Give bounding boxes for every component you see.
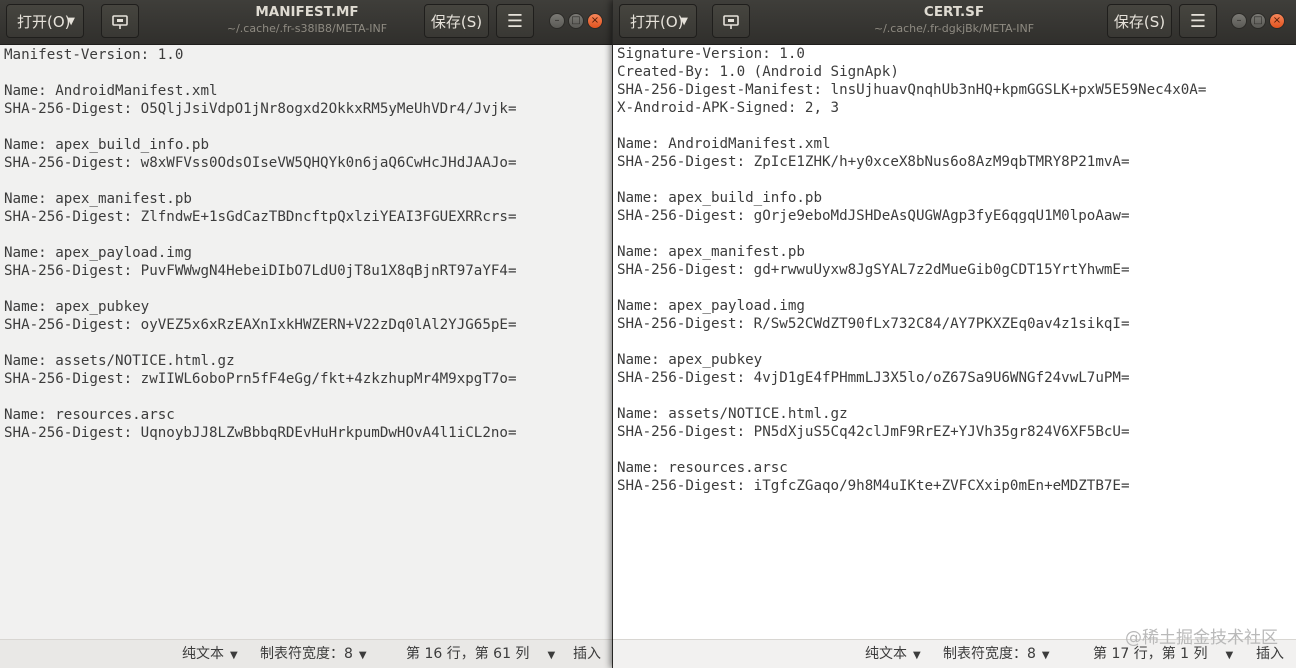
text-line: SHA-256-Digest: ZlfndwE+1sGdCazTBDncftpQ… <box>4 209 517 225</box>
tab-width-label: 制表符宽度：8 <box>260 646 353 662</box>
text-line <box>4 226 612 244</box>
text-line: SHA-256-Digest: 4vjD1gE4fPHmmLJ3X5lo/oZ6… <box>617 370 1130 386</box>
open-button-label: 打开(O) <box>17 13 71 31</box>
chevron-down-icon: ▼ <box>230 650 238 661</box>
text-line: Name: resources.arsc <box>4 407 175 423</box>
text-line: SHA-256-Digest: PuvFWWwgN4HebeiDIbO7LdU0… <box>4 263 517 279</box>
minimize-icon[interactable]: – <box>1231 13 1247 29</box>
text-line <box>617 333 1296 351</box>
close-icon[interactable]: × <box>587 13 603 29</box>
text-content: Manifest-Version: 1.0 Name: AndroidManife… <box>0 45 612 442</box>
chevron-down-icon: ▼ <box>358 650 367 661</box>
text-line: Created-By: 1.0 (Android SignApk) <box>617 64 899 80</box>
language-selector[interactable]: 纯文本 ▼ <box>182 640 238 668</box>
header-bar: 打开(O) ▼ MANIFEST.MF ~/.cache/.fr-s38lB8/… <box>0 0 612 45</box>
text-line: SHA-256-Digest: R/Sw52CWdZT90fLx732C84/A… <box>617 316 1130 332</box>
text-line: SHA-256-Digest: PN5dXjuS5Cq42clJmF9RrEZ+… <box>617 424 1130 440</box>
text-line <box>617 279 1296 297</box>
text-line: SHA-256-Digest: gd+rwwuUyxw8JgSYAL7z2dMu… <box>617 262 1130 278</box>
text-line: Name: assets/NOTICE.html.gz <box>617 406 848 422</box>
chevron-down-icon: ▼ <box>1041 650 1050 661</box>
chevron-down-icon: ▼ <box>67 16 75 27</box>
insert-mode-label: 插入 <box>573 646 601 662</box>
cursor-position-label: 第 17 行，第 1 列 <box>1093 646 1208 662</box>
tab-width-selector[interactable]: 制表符宽度：8 ▼ <box>943 640 1050 668</box>
language-label: 纯文本 <box>182 646 224 662</box>
text-line: Name: AndroidManifest.xml <box>617 136 831 152</box>
status-bar: 纯文本 ▼ 制表符宽度：8 ▼ 第 16 行，第 61 列 ▼ 插入 <box>0 639 612 668</box>
cursor-position-label: 第 16 行，第 61 列 <box>406 646 530 662</box>
text-line <box>4 64 612 82</box>
text-line: Name: apex_payload.img <box>617 298 805 314</box>
text-line <box>617 117 1296 135</box>
file-name: CERT.SF <box>923 4 985 20</box>
text-line: Name: resources.arsc <box>617 460 788 476</box>
file-path: ~/.cache/.fr-dgkjBk/META-INF <box>873 22 1035 35</box>
text-line: SHA-256-Digest: iTgfcZGaqo/9h8M4uIKte+ZV… <box>617 478 1130 494</box>
chevron-down-icon: ▼ <box>913 650 921 661</box>
text-line: SHA-256-Digest: O5QljJsiVdpO1jNr8ogxd2Ok… <box>4 101 517 117</box>
text-editor[interactable]: Signature-Version: 1.0 Created-By: 1.0 (A… <box>613 45 1296 640</box>
text-editor[interactable]: Manifest-Version: 1.0 Name: AndroidManife… <box>0 45 612 640</box>
text-line: Name: apex_manifest.pb <box>617 244 805 260</box>
header-bar: 打开(O) ▼ CERT.SF ~/.cache/.fr-dgkjBk/META… <box>613 0 1296 45</box>
save-button[interactable]: 保存(S) <box>424 4 489 38</box>
hamburger-menu-icon[interactable]: ☰ <box>496 4 534 38</box>
minimize-icon[interactable]: – <box>549 13 565 29</box>
file-path: ~/.cache/.fr-s38lB8/META-INF <box>226 22 388 35</box>
cursor-position-selector[interactable]: 第 16 行，第 61 列 ▼ <box>406 640 555 668</box>
open-button[interactable]: 打开(O) ▼ <box>6 4 84 38</box>
text-line <box>4 118 612 136</box>
language-label: 纯文本 <box>865 646 907 662</box>
window-title: CERT.SF ~/.cache/.fr-dgkjBk/META-INF <box>837 3 1071 37</box>
text-line: Name: apex_pubkey <box>617 352 763 368</box>
hamburger-menu-icon[interactable]: ☰ <box>1179 4 1217 38</box>
maximize-icon[interactable]: □ <box>568 13 584 29</box>
language-selector[interactable]: 纯文本 ▼ <box>865 640 921 668</box>
text-line <box>4 334 612 352</box>
text-line: SHA-256-Digest: UqnoybJJ8LZwBbbqRDEvHuHr… <box>4 425 517 441</box>
text-line: Manifest-Version: 1.0 <box>4 47 184 63</box>
text-line: Name: apex_manifest.pb <box>4 191 192 207</box>
text-line <box>4 388 612 406</box>
text-line: SHA-256-Digest: oyVEZ5x6xRzEAXnIxkHWZERN… <box>4 317 517 333</box>
open-button[interactable]: 打开(O) ▼ <box>619 4 697 38</box>
pin-icon[interactable] <box>712 4 750 38</box>
text-line: SHA-256-Digest: gOrje9eboMdJSHDeAsQUGWAg… <box>617 208 1130 224</box>
text-line: Name: apex_build_info.pb <box>617 190 822 206</box>
text-line <box>617 387 1296 405</box>
text-line <box>617 171 1296 189</box>
watermark: @稀土掘金技术社区 <box>1125 628 1278 648</box>
pin-icon[interactable] <box>101 4 139 38</box>
cert-editor-window: 打开(O) ▼ CERT.SF ~/.cache/.fr-dgkjBk/META… <box>613 0 1296 668</box>
chevron-down-icon: ▼ <box>680 16 688 27</box>
close-icon[interactable]: × <box>1269 13 1285 29</box>
file-name: MANIFEST.MF <box>255 4 359 20</box>
maximize-icon[interactable]: □ <box>1250 13 1266 29</box>
text-line: Signature-Version: 1.0 <box>617 46 805 62</box>
text-line: Name: assets/NOTICE.html.gz <box>4 353 235 369</box>
text-line: Name: AndroidManifest.xml <box>4 83 218 99</box>
text-line <box>617 441 1296 459</box>
tab-width-selector[interactable]: 制表符宽度：8 ▼ <box>260 640 367 668</box>
text-line: SHA-256-Digest-Manifest: lnsUjhuavQnqhUb… <box>617 82 1207 98</box>
window-title: MANIFEST.MF ~/.cache/.fr-s38lB8/META-INF <box>200 3 414 37</box>
text-line: SHA-256-Digest: zwIIWL6oboPrn5fF4eGg/fkt… <box>4 371 517 387</box>
text-line: Name: apex_build_info.pb <box>4 137 209 153</box>
chevron-down-icon: ▼ <box>1225 650 1234 661</box>
open-button-label: 打开(O) <box>630 13 684 31</box>
text-line: X-Android-APK-Signed: 2, 3 <box>617 100 840 116</box>
manifest-editor-window: 打开(O) ▼ MANIFEST.MF ~/.cache/.fr-s38lB8/… <box>0 0 612 668</box>
chevron-down-icon: ▼ <box>547 650 556 661</box>
text-line <box>4 280 612 298</box>
text-line: Name: apex_pubkey <box>4 299 150 315</box>
text-line <box>4 172 612 190</box>
text-line <box>617 225 1296 243</box>
text-line: Name: apex_payload.img <box>4 245 192 261</box>
tab-width-label: 制表符宽度：8 <box>943 646 1036 662</box>
text-line: SHA-256-Digest: w8xWFVss0OdsOIseVW5QHQYk… <box>4 155 517 171</box>
text-line: SHA-256-Digest: ZpIcE1ZHK/h+y0xceX8bNus6… <box>617 154 1130 170</box>
save-button[interactable]: 保存(S) <box>1107 4 1172 38</box>
text-content: Signature-Version: 1.0 Created-By: 1.0 (A… <box>613 45 1296 495</box>
